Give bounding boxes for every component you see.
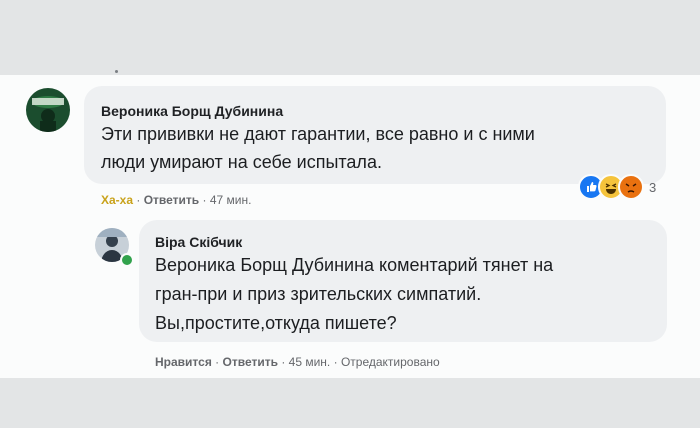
comment-author[interactable]: Вероника Борщ Дубинина bbox=[101, 103, 283, 119]
comment-text: Вероника Борщ Дубинина коментарий тянет … bbox=[155, 251, 553, 338]
screenshot-bottom-band bbox=[0, 378, 700, 428]
comment-text-line: Эти прививки не дают гарантии, все равно… bbox=[101, 124, 535, 144]
separator: · bbox=[136, 193, 141, 207]
separator: · bbox=[333, 355, 338, 369]
screenshot-top-band bbox=[0, 0, 700, 75]
edited-label[interactable]: Отредактировано bbox=[341, 355, 440, 369]
comment-actions: Ха-ха · Ответить · 47 мин. bbox=[101, 193, 251, 207]
separator: · bbox=[281, 355, 286, 369]
comment-timestamp[interactable]: 45 мин. bbox=[289, 355, 331, 369]
comment-text-line: Вероника Борщ Дубинина коментарий тянет … bbox=[155, 255, 554, 275]
separator-dot bbox=[115, 70, 118, 73]
haha-reaction-button[interactable]: Ха-ха bbox=[101, 193, 133, 207]
comment-text: Эти прививки не дают гарантии, все равно… bbox=[101, 120, 535, 176]
comment-author[interactable]: Віра Скібчик bbox=[155, 234, 242, 250]
angry-icon bbox=[618, 174, 644, 200]
comment-text-line: гран-при и приз зрительских симпатий. bbox=[155, 284, 482, 304]
avatar[interactable] bbox=[26, 88, 70, 132]
comment-timestamp[interactable]: 47 мин. bbox=[210, 193, 252, 207]
separator: · bbox=[202, 193, 207, 207]
separator: · bbox=[215, 355, 220, 369]
reply-button[interactable]: Ответить bbox=[144, 193, 199, 207]
reaction-summary[interactable]: 3 bbox=[578, 174, 656, 200]
comment-actions: Нравится · Ответить · 45 мин. · Отредакт… bbox=[155, 355, 440, 369]
comment-text-line: люди умирают на себе испытала. bbox=[101, 152, 382, 172]
online-status-indicator bbox=[120, 253, 134, 267]
like-button[interactable]: Нравится bbox=[155, 355, 212, 369]
comment-text-line: Вы,простите,откуда пишете? bbox=[155, 313, 397, 333]
reaction-count: 3 bbox=[649, 179, 657, 195]
reply-button[interactable]: Ответить bbox=[223, 355, 278, 369]
